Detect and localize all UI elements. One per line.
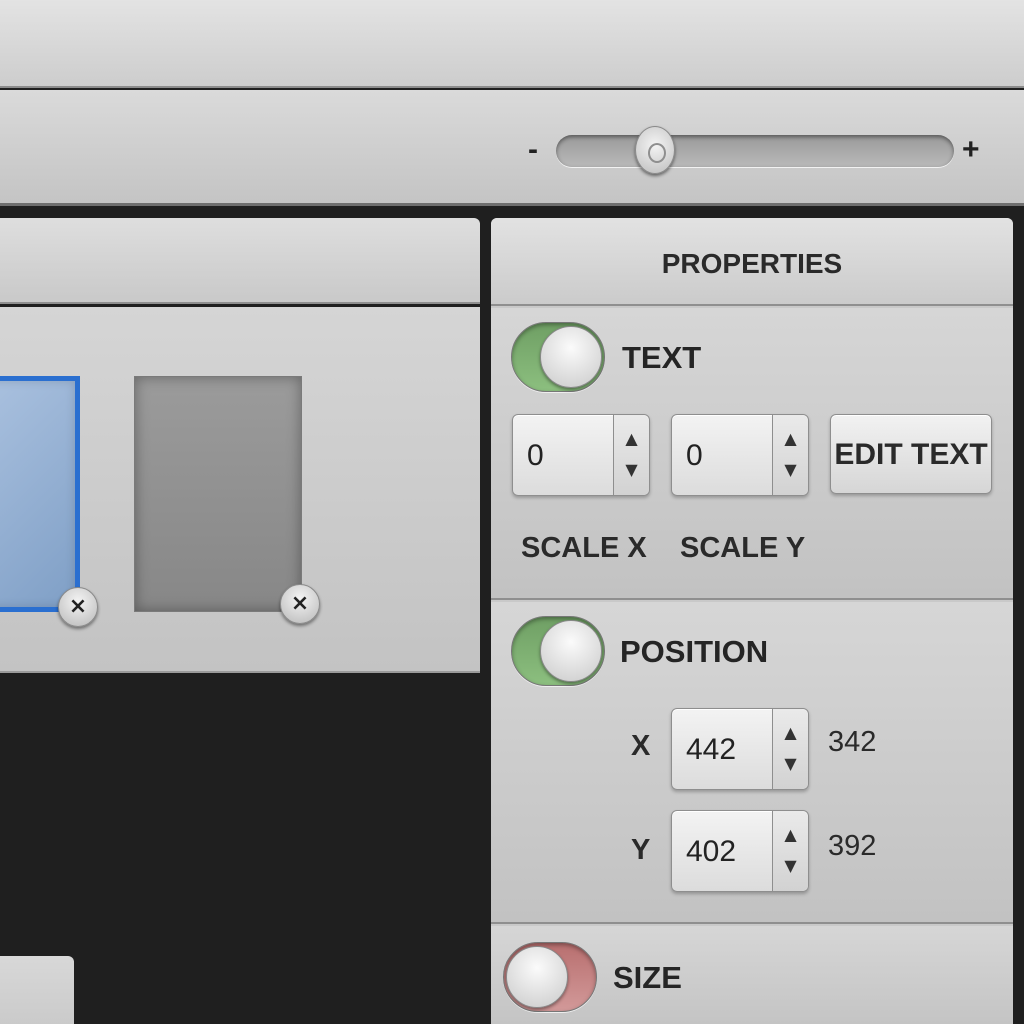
scale-y-label: SCALE Y — [680, 532, 806, 564]
position-y-label: Y — [631, 834, 651, 866]
scale-y-arrows[interactable]: ▲ ▼ — [772, 415, 808, 495]
scale-y-value[interactable]: 0 — [686, 439, 703, 473]
toggle-knob — [540, 326, 602, 388]
zoom-in-label[interactable]: + — [962, 132, 980, 168]
zoom-out-label[interactable]: - — [528, 132, 538, 168]
properties-header: PROPERTIES — [491, 218, 1013, 306]
app-window: - + × × PROPERTIES TEXT 0 ▲ ▼ 0 ▲ ▼ EDIT… — [0, 0, 1024, 1024]
stepper-up-icon[interactable]: ▲ — [773, 709, 808, 749]
text-label: TEXT — [622, 340, 702, 375]
stepper-up-icon[interactable]: ▲ — [773, 811, 808, 851]
bottom-panel-edge — [0, 956, 74, 1024]
properties-panel: PROPERTIES TEXT 0 ▲ ▼ 0 ▲ ▼ EDIT TEXT SC… — [491, 218, 1013, 1024]
thumbnail-selected[interactable] — [0, 376, 80, 612]
stepper-up-icon[interactable]: ▲ — [773, 415, 808, 455]
zoom-slider-track[interactable] — [556, 135, 954, 167]
stepper-down-icon[interactable]: ▼ — [614, 455, 649, 495]
position-y-readout: 392 — [828, 830, 877, 862]
position-y-stepper[interactable]: 402 ▲ ▼ — [671, 810, 809, 892]
scale-x-stepper[interactable]: 0 ▲ ▼ — [512, 414, 650, 496]
text-section: TEXT 0 ▲ ▼ 0 ▲ ▼ EDIT TEXT SCALE X SCALE… — [491, 308, 1013, 600]
title-bar — [0, 0, 1024, 88]
size-section: SIZE — [491, 926, 1013, 1024]
position-y-arrows[interactable]: ▲ ▼ — [772, 811, 808, 891]
position-x-label: X — [631, 730, 651, 762]
stepper-down-icon[interactable]: ▼ — [773, 851, 808, 891]
close-x-icon[interactable]: × — [280, 584, 320, 624]
scale-x-arrows[interactable]: ▲ ▼ — [613, 415, 649, 495]
position-section: POSITION X 442 ▲ ▼ 342 Y 402 ▲ ▼ 392 — [491, 602, 1013, 924]
stepper-up-icon[interactable]: ▲ — [614, 415, 649, 455]
position-x-value[interactable]: 442 — [686, 733, 736, 767]
position-label: POSITION — [620, 634, 769, 669]
size-toggle[interactable] — [503, 942, 597, 1012]
stepper-down-icon[interactable]: ▼ — [773, 749, 808, 789]
toggle-knob — [540, 620, 602, 682]
text-toggle[interactable] — [511, 322, 605, 392]
edit-text-button[interactable]: EDIT TEXT — [830, 414, 992, 494]
scale-x-label: SCALE X — [521, 532, 647, 564]
position-x-arrows[interactable]: ▲ ▼ — [772, 709, 808, 789]
position-y-value[interactable]: 402 — [686, 835, 736, 869]
properties-title: PROPERTIES — [661, 248, 843, 279]
stepper-down-icon[interactable]: ▼ — [773, 455, 808, 495]
position-x-stepper[interactable]: 442 ▲ ▼ — [671, 708, 809, 790]
zoom-slider-thumb[interactable] — [634, 126, 675, 174]
position-toggle[interactable] — [511, 616, 605, 686]
scale-x-value[interactable]: 0 — [527, 439, 544, 473]
position-x-readout: 342 — [828, 726, 877, 758]
thumbnail-item[interactable] — [134, 376, 302, 612]
size-label: SIZE — [613, 960, 682, 995]
library-header — [0, 218, 480, 304]
close-x-icon[interactable]: × — [58, 587, 98, 627]
toggle-knob — [506, 946, 568, 1008]
scale-y-stepper[interactable]: 0 ▲ ▼ — [671, 414, 809, 496]
